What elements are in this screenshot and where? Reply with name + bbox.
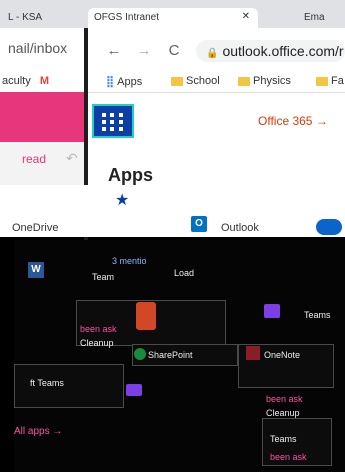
onenote-label: OneNote xyxy=(264,350,301,360)
bookmark-faculty[interactable]: aculty xyxy=(2,75,31,87)
tile-text: Cleanup xyxy=(80,338,114,348)
gmail-icon[interactable]: M xyxy=(40,75,49,87)
close-icon[interactable]: ✕ xyxy=(242,11,250,22)
tab-label: OFGS Intranet xyxy=(94,12,160,23)
sharepoint-label: SharePoint xyxy=(148,350,193,360)
cloud-icon[interactable] xyxy=(316,219,342,235)
tab-ksa[interactable]: L - KSA xyxy=(2,8,72,28)
office365-label: Office 365 xyxy=(258,114,313,128)
bookmark-label: School xyxy=(186,75,220,87)
outlook-icon[interactable]: O xyxy=(191,216,207,232)
sharepoint-icon xyxy=(134,348,146,360)
outlook-link[interactable]: Outlook xyxy=(221,222,259,234)
tab-bar: L - KSA OFGS Intranet ✕ Ema xyxy=(0,0,345,28)
apps-grid-icon: ⣿ xyxy=(106,76,115,88)
forward-button[interactable]: → xyxy=(135,42,153,60)
arrow-right-icon: → xyxy=(315,114,328,128)
bookmarks-bar: ⣿ Apps School Physics Fa xyxy=(88,72,345,93)
teams-icon[interactable] xyxy=(126,384,142,396)
waffle-icon xyxy=(102,113,124,131)
address-bar[interactable]: 🔒 outlook.office.com/r xyxy=(196,40,345,62)
powerpoint-icon[interactable] xyxy=(136,302,156,330)
apps-heading: Apps xyxy=(108,165,153,185)
mark-read-link[interactable]: read xyxy=(22,152,46,166)
tile-text: been ask xyxy=(270,452,307,462)
back-button[interactable]: ← xyxy=(105,42,123,60)
bookmark-fa[interactable]: Fa xyxy=(316,75,344,87)
arrow-right-icon: → xyxy=(52,426,63,437)
left-bookmarks-bar: aculty M xyxy=(0,72,84,92)
tile-load-label: Load xyxy=(174,268,195,278)
bookmark-label: Fa xyxy=(331,75,344,87)
star-icon[interactable]: ★ xyxy=(115,190,129,210)
app-launcher-button[interactable] xyxy=(92,104,134,138)
mention-text: 3 mentio xyxy=(112,256,147,266)
tile-text: Teams xyxy=(270,434,297,444)
onenote-icon xyxy=(246,346,260,360)
tile-text: Cleanup xyxy=(266,408,300,418)
onedrive-link[interactable]: OneDrive xyxy=(12,222,58,234)
all-apps-label: All apps xyxy=(14,426,50,437)
bookmark-physics[interactable]: Physics xyxy=(238,75,291,87)
tile-text: been ask xyxy=(80,324,117,334)
bookmark-label: Apps xyxy=(117,76,143,88)
undo-icon[interactable]: ↶ xyxy=(66,150,78,167)
tile-team-label: Team xyxy=(92,272,115,282)
tile-left-label: ft Teams xyxy=(30,378,64,388)
folder-icon xyxy=(238,76,250,86)
folder-icon xyxy=(171,76,183,86)
tile-text: been ask xyxy=(266,394,303,404)
office365-link[interactable]: Office 365 → xyxy=(258,114,328,128)
reload-button[interactable]: C xyxy=(165,42,183,60)
tile-teams-label: Teams xyxy=(304,310,331,320)
bookmark-apps[interactable]: ⣿ Apps xyxy=(106,75,142,88)
teams-icon[interactable] xyxy=(264,304,280,318)
left-address-bar[interactable]: nail/inbox xyxy=(0,28,84,72)
email-banner xyxy=(0,92,84,142)
bookmark-school[interactable]: School xyxy=(171,75,220,87)
tab-ofgs-intranet[interactable]: OFGS Intranet ✕ xyxy=(88,8,258,28)
apps-tile-grid: W Team Load 3 mentio been ask Cleanup Te… xyxy=(14,240,345,472)
tab-email[interactable]: Ema xyxy=(298,8,345,28)
word-icon[interactable]: W xyxy=(28,262,44,278)
all-apps-link[interactable]: All apps → xyxy=(14,426,62,437)
lock-icon[interactable]: 🔒 xyxy=(206,48,218,59)
url-text: outlook.office.com/r xyxy=(222,43,344,59)
bookmark-label: Physics xyxy=(253,75,291,87)
folder-icon xyxy=(316,76,328,86)
